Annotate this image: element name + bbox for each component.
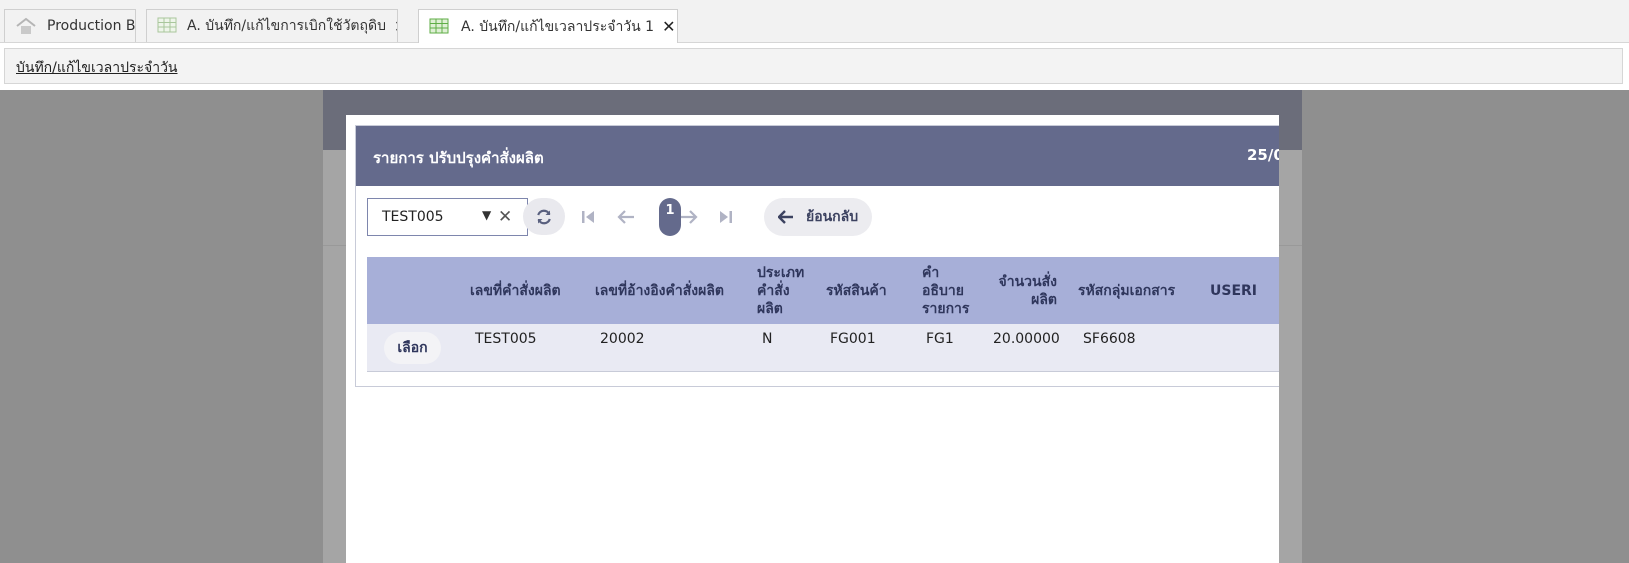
column-header-order-quantity: จำนวนสั่ง ผลิต [998, 274, 1057, 308]
prev-page-button[interactable] [614, 205, 638, 229]
cell-order-no: TEST005 [475, 331, 537, 347]
modal-content: รายการ ปรับปรุงคำสั่งผลิต 25/0 TEST005 ▼… [355, 125, 1279, 387]
refresh-button[interactable] [523, 198, 565, 235]
breadcrumb-bar: บันทึก/แก้ไขเวลาประจำวัน [4, 48, 1623, 84]
back-button-label: ย้อนกลับ [806, 209, 859, 225]
column-header-userid: USERI [1210, 283, 1258, 299]
breadcrumb[interactable]: บันทึก/แก้ไขเวลาประจำวัน [16, 57, 178, 79]
cell-order-quantity: 20.00000 [993, 331, 1060, 347]
cell-order-type: N [762, 331, 773, 347]
caret-down-icon[interactable]: ▼ [482, 208, 491, 222]
first-page-button[interactable] [576, 205, 600, 229]
first-page-icon [582, 211, 594, 223]
table-row[interactable]: เลือก TEST005 20002 N FG001 FG1 20.00000… [367, 324, 1279, 372]
modal-title: รายการ ปรับปรุงคำสั่งผลิต [373, 149, 544, 167]
column-header-doc-group-code: รหัสกลุ่มเอกสาร [1078, 283, 1176, 299]
column-header-item-description: คำ อธิบาย รายการ [922, 265, 970, 317]
home-icon [15, 17, 37, 35]
arrow-left-icon [617, 210, 634, 224]
cell-product-code: FG001 [830, 331, 876, 347]
cell-doc-group-code: SF6608 [1083, 331, 1136, 347]
tab-label: A. บันทึก/แก้ไขเวลาประจำวัน 1 [461, 18, 655, 35]
arrow-right-icon [681, 210, 698, 224]
column-header-product-code: รหัสสินค้า [826, 283, 887, 299]
back-button[interactable]: ย้อนกลับ [764, 198, 872, 236]
refresh-icon [537, 209, 551, 224]
tab-label: Production BI [47, 18, 136, 34]
order-filter-select[interactable]: TEST005 ▼ ✕ [367, 198, 528, 236]
close-icon[interactable]: ✕ [394, 17, 397, 36]
column-header-order-type: ประเภท คำสั่ง ผลิต [757, 265, 805, 317]
last-page-icon [720, 211, 732, 223]
cell-order-ref: 20002 [600, 331, 645, 347]
select-row-button[interactable]: เลือก [384, 332, 441, 364]
tab-label: A. บันทึก/แก้ไขการเบิกใช้วัตถุดิบ [187, 18, 386, 34]
column-header-order-no: เลขที่คำสั่งผลิต [470, 283, 561, 299]
modal-date: 25/0 [1247, 146, 1279, 164]
close-icon[interactable]: ✕ [662, 17, 675, 36]
column-header-order-ref: เลขที่อ้างอิงคำสั่งผลิต [595, 283, 724, 299]
cell-item-description: FG1 [926, 331, 954, 347]
tab-material-withdrawal[interactable]: A. บันทึก/แก้ไขการเบิกใช้วัตถุดิบ ✕ [146, 9, 398, 42]
table-icon [429, 18, 451, 36]
tab-production-bi[interactable]: Production BI [4, 9, 136, 42]
tab-daily-time[interactable]: A. บันทึก/แก้ไขเวลาประจำวัน 1 ✕ [418, 9, 678, 43]
modal-header: รายการ ปรับปรุงคำสั่งผลิต 25/0 [356, 126, 1279, 186]
clear-icon[interactable]: ✕ [498, 207, 512, 227]
last-page-button[interactable] [714, 205, 738, 229]
arrow-left-icon [778, 210, 793, 224]
table-header: เลขที่คำสั่งผลิต เลขที่อ้างอิงคำสั่งผลิต… [367, 257, 1279, 324]
table-icon [157, 17, 177, 35]
next-page-button[interactable] [677, 205, 701, 229]
production-order-modal: รายการ ปรับปรุงคำสั่งผลิต 25/0 TEST005 ▼… [346, 115, 1279, 563]
select-value: TEST005 [382, 209, 444, 225]
tab-bar: Production BI A. บันทึก/แก้ไขการเบิกใช้ว… [0, 0, 1629, 43]
